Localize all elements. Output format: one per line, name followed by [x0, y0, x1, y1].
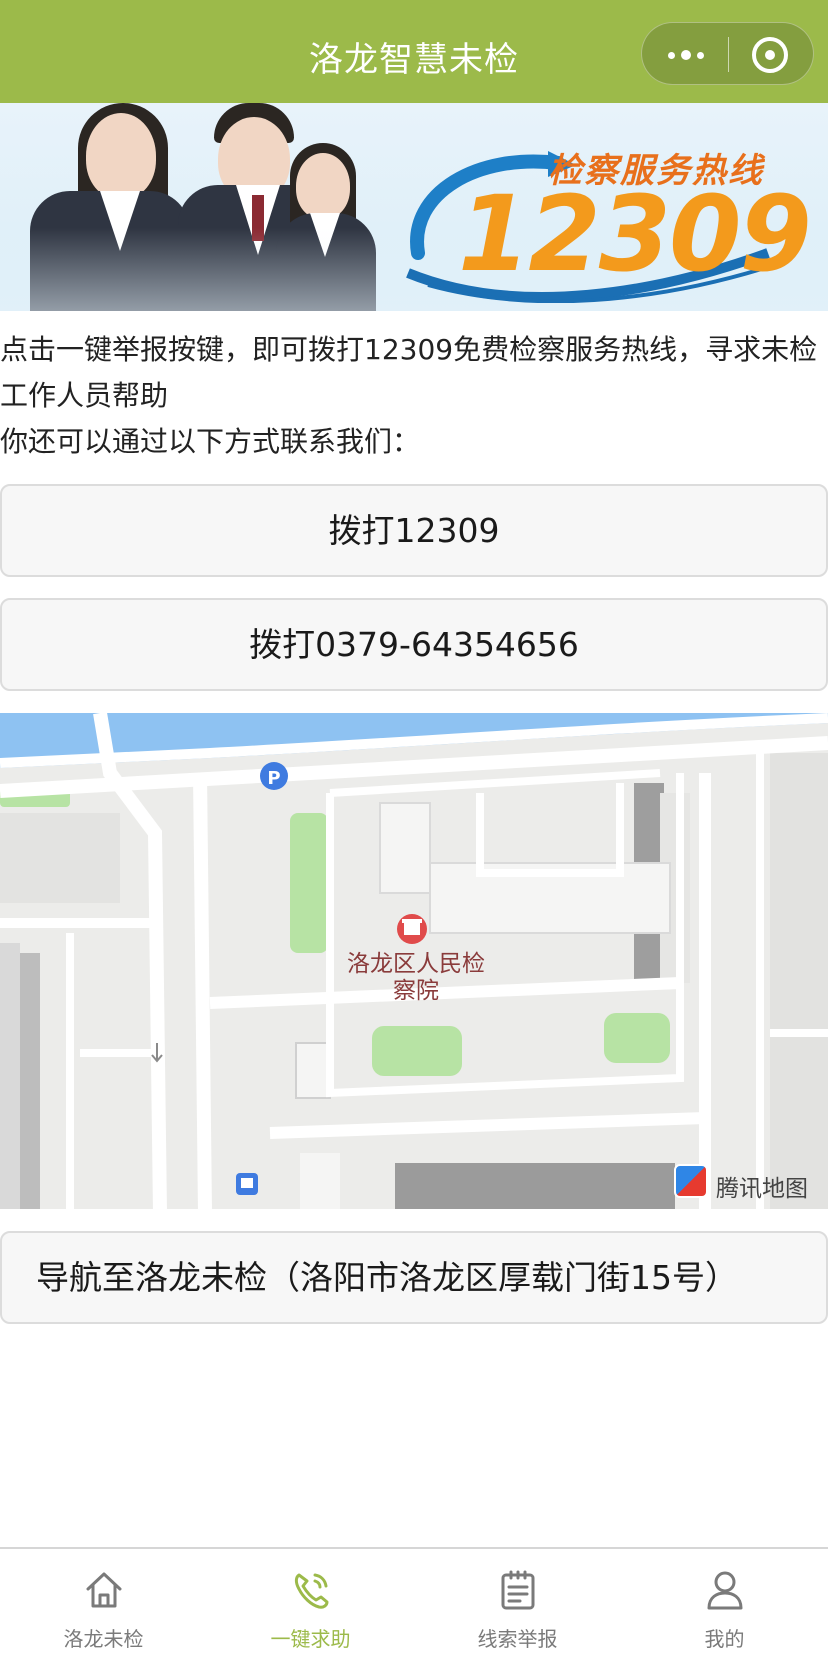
close-mini-program-icon[interactable] [752, 37, 788, 73]
call-office-button[interactable]: 拨打0379-64354656 [0, 598, 828, 691]
clipboard-icon [501, 1570, 535, 1610]
tab-label-help: 一键求助 [270, 1627, 351, 1651]
hotline-number: 12309 [458, 173, 812, 295]
tab-report[interactable]: 线索举报 [414, 1559, 621, 1669]
intro-line-1: 点击一键举报按键，即可拨打12309免费检察服务热线，寻求未检工作人员帮助 [0, 333, 818, 412]
title-bar: 洛龙智慧未检 [0, 0, 828, 103]
tab-home[interactable]: 洛龙未检 [0, 1559, 207, 1669]
tencent-map-logo [674, 1164, 708, 1198]
mini-program-capsule [641, 22, 814, 85]
more-menu-icon[interactable] [664, 35, 708, 75]
tab-label-report: 线索举报 [477, 1627, 558, 1651]
tab-label-mine: 我的 [704, 1627, 745, 1651]
call-12309-button[interactable]: 拨打12309 [0, 484, 828, 577]
navigate-button[interactable]: 导航至洛龙未检（洛阳市洛龙区厚载门街15号） [0, 1231, 828, 1324]
home-icon [86, 1572, 122, 1608]
tab-mine[interactable]: 我的 [621, 1559, 828, 1669]
user-icon [707, 1571, 743, 1610]
hotline-banner: 检察服务热线 12309 [0, 103, 828, 311]
map-poi-label: 洛龙区人民检察院 [347, 951, 485, 1004]
map-provider-label: 腾讯地图 [716, 1176, 808, 1202]
location-map[interactable]: P 洛龙区人民检察院 腾讯地图 [0, 713, 828, 1209]
tab-label-home: 洛龙未检 [63, 1627, 144, 1651]
tab-bar: 洛龙未检 一键求助 线索举报 我的 [0, 1547, 828, 1671]
svg-text:P: P [267, 768, 280, 789]
intro-line-2: 你还可以通过以下方式联系我们： [0, 425, 421, 458]
phone-icon [294, 1573, 329, 1609]
intro-text: 点击一键举报按键，即可拨打12309免费检察服务热线，寻求未检工作人员帮助 你还… [0, 327, 828, 465]
capsule-divider [728, 37, 729, 72]
tab-help[interactable]: 一键求助 [207, 1559, 414, 1669]
